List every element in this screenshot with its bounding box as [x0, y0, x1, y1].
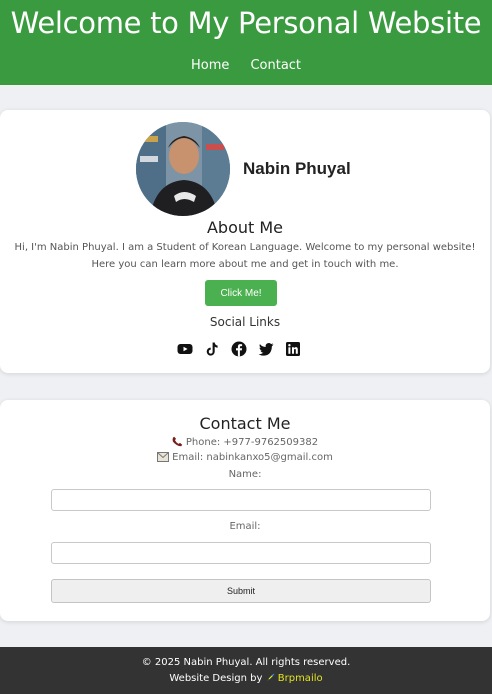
nav-home-link[interactable]: Home	[191, 58, 229, 73]
phone-icon	[172, 436, 183, 450]
about-heading: About Me	[206, 218, 284, 237]
nav-contact-link[interactable]: Contact	[250, 58, 301, 73]
social-links	[177, 341, 301, 357]
click-me-button[interactable]: Click Me!	[205, 280, 277, 306]
contact-heading: Contact Me	[199, 414, 291, 433]
profile-name: Nabin Phuyal	[243, 159, 351, 178]
about-text: Hi, I'm Nabin Phuyal. I am a Student of …	[14, 242, 476, 270]
contact-card: Contact Me Phone: +977-9762509382 Email:…	[0, 400, 490, 621]
site-footer: © 2025 Nabin Phuyal. All rights reserved…	[0, 647, 492, 694]
contact-email: Email: nabinkanxo5@gmail.com	[0, 452, 490, 465]
credit-brand-link[interactable]: Brpmailo	[278, 673, 323, 684]
social-heading: Social Links	[209, 315, 281, 329]
contact-phone: Phone: +977-9762509382	[0, 436, 490, 450]
phone-text: Phone: +977-9762509382	[185, 437, 319, 448]
credit-prefix: Website Design by	[169, 673, 263, 684]
twitter-icon[interactable]	[258, 341, 274, 357]
email-text: Email: nabinkanxo5@gmail.com	[172, 452, 333, 463]
submit-button[interactable]: Submit	[51, 579, 431, 603]
email-label: Email:	[229, 521, 261, 532]
copyright-text: © 2025 Nabin Phuyal. All rights reserved…	[141, 657, 351, 668]
avatar	[136, 122, 230, 216]
facebook-icon[interactable]	[231, 341, 247, 357]
name-input[interactable]	[51, 489, 431, 511]
tiktok-icon[interactable]	[204, 341, 220, 357]
youtube-icon[interactable]	[177, 341, 193, 357]
brand-logo-icon	[266, 673, 275, 684]
site-header: Welcome to My Personal Website Home Cont…	[0, 0, 492, 85]
name-label: Name:	[228, 469, 262, 480]
email-icon	[157, 452, 170, 465]
linkedin-icon[interactable]	[285, 341, 301, 357]
design-credit: Website Design by Brpmailo	[0, 673, 492, 684]
email-input[interactable]	[51, 542, 431, 564]
main-nav: Home Contact	[0, 54, 492, 73]
site-title: Welcome to My Personal Website	[10, 6, 482, 40]
about-card: Nabin Phuyal About Me Hi, I'm Nabin Phuy…	[0, 110, 490, 373]
